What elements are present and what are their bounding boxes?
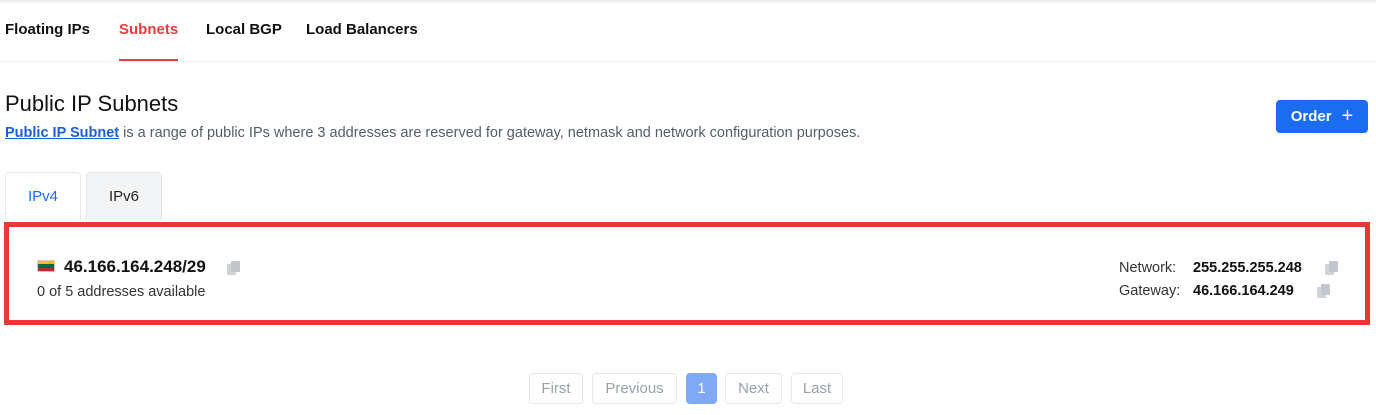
plus-icon: + [1341,104,1354,127]
top-nav: Floating IPs Subnets Local BGP Load Bala… [0,0,1376,62]
tab-floating-ips[interactable]: Floating IPs [5,20,90,61]
pagination-last[interactable]: Last [791,373,843,404]
pagination-next[interactable]: Next [725,373,782,404]
copy-icon[interactable] [1323,259,1341,277]
public-ip-subnet-link[interactable]: Public IP Subnet [5,125,119,141]
order-button[interactable]: Order + [1276,100,1368,133]
gateway-label: Gateway: [1119,283,1181,299]
order-label: Order [1290,108,1332,125]
pagination-first[interactable]: First [529,373,583,404]
flag-stripe-red [38,267,54,271]
pagination-current-page[interactable]: 1 [686,373,717,404]
subnet-cidr: 46.166.164.248/29 [64,257,206,276]
description-text: is a range of public IPs where 3 address… [119,125,861,141]
page-title: Public IP Subnets [5,91,179,116]
copy-icon[interactable] [1315,282,1333,300]
gateway-value: 46.166.164.249 [1193,283,1294,299]
pagination-previous[interactable]: Previous [592,373,677,404]
tab-ipv4[interactable]: IPv4 [5,172,81,220]
page-description: Public IP Subnet is a range of public IP… [5,125,860,141]
tab-local-bgp[interactable]: Local BGP [206,20,282,61]
tab-ipv6[interactable]: IPv6 [86,172,162,220]
tab-load-balancers[interactable]: Load Balancers [306,20,418,61]
availability-text: 0 of 5 addresses available [37,284,206,300]
subnet-card: 46.166.164.248/29 0 of 5 addresses avail… [4,222,1370,325]
copy-icon[interactable] [225,259,243,277]
network-label: Network: [1119,260,1177,276]
network-value: 255.255.255.248 [1193,260,1302,276]
country-flag-icon [37,260,55,272]
tab-subnets[interactable]: Subnets [119,20,179,61]
